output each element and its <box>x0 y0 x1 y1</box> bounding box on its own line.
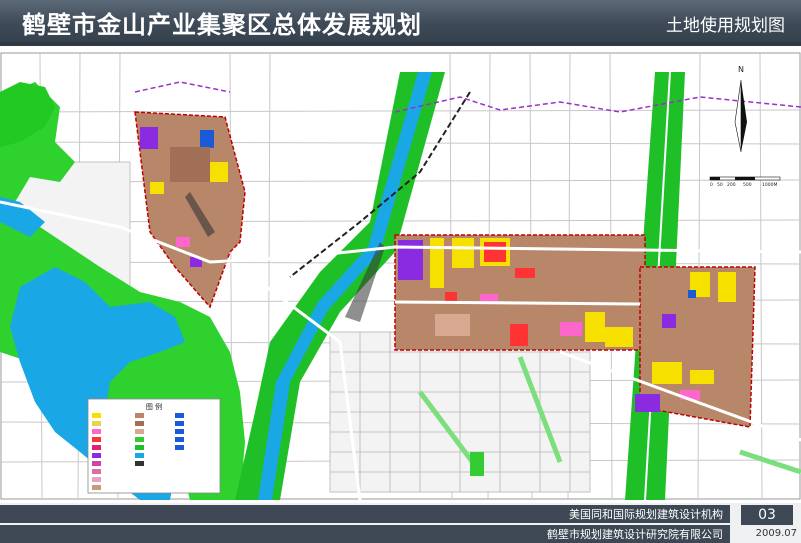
scale-label-3: 500 <box>743 182 752 188</box>
east-industrial-zone <box>635 266 756 428</box>
page-subtitle: 土地使用规划图 <box>666 16 785 36</box>
org-primary: 美国同和国际规划建筑设计机构 <box>569 508 723 521</box>
central-industrial-zone <box>394 234 646 351</box>
org-secondary: 鹤壁市规划建筑设计研究院有限公司 <box>547 528 723 541</box>
plan-date: 2009.07 <box>755 528 797 539</box>
north-label: N <box>738 65 744 74</box>
scale-bar: 0 50 200 500 1000M <box>709 176 781 188</box>
footer: 美国同和国际规划建筑设计机构 鹤壁市规划建筑设计研究院有限公司 03 2009.… <box>0 503 801 543</box>
scale-label-2: 200 <box>727 182 736 188</box>
legend-title: 图 例 <box>146 402 162 411</box>
scale-label-0: 0 <box>710 182 713 188</box>
header-divider <box>0 42 801 46</box>
header: 鹤壁市金山产业集聚区总体发展规划 土地使用规划图 <box>0 0 801 42</box>
page-number: 03 <box>741 505 793 525</box>
land-use-map: 图 例 N 0 50 200 500 1000M <box>0 52 801 500</box>
map-canvas: 图 例 N 0 50 200 500 1000M <box>0 52 801 500</box>
legend: 图 例 <box>87 398 221 494</box>
scale-label-4: 1000M <box>762 182 777 188</box>
small-park <box>470 452 484 476</box>
page-title: 鹤壁市金山产业集聚区总体发展规划 <box>22 11 422 39</box>
scale-label-1: 50 <box>717 182 723 188</box>
